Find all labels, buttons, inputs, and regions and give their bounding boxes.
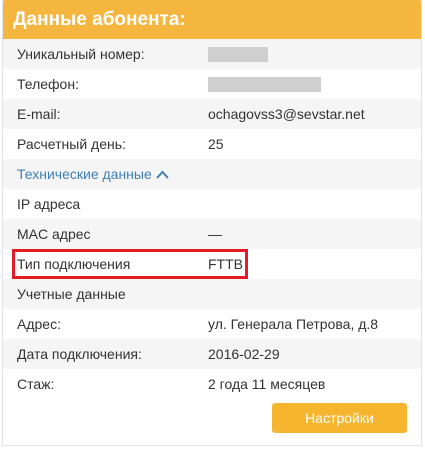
row-tech-toggle: Технические данные xyxy=(3,159,421,189)
settings-button[interactable]: Настройки xyxy=(272,403,407,433)
mac-value: — xyxy=(208,226,222,242)
connection-date-value: 2016-02-29 xyxy=(208,346,280,362)
row-ip: IP адреса xyxy=(3,189,421,219)
billing-day-value: 25 xyxy=(208,136,224,152)
connection-type-value: FTTB xyxy=(208,256,243,272)
row-mac: MAC адрес — xyxy=(3,219,421,249)
row-tenure: Стаж: 2 года 11 месяцев xyxy=(3,369,421,399)
unique-number-label: Уникальный номер: xyxy=(17,46,145,62)
phone-redacted xyxy=(208,77,321,92)
email-label: E-mail: xyxy=(17,106,61,122)
email-value: ochagovss3@sevstar.net xyxy=(208,106,365,122)
row-phone: Телефон: xyxy=(3,69,421,99)
address-label: Адрес: xyxy=(17,316,61,332)
tenure-value: 2 года 11 месяцев xyxy=(208,376,326,392)
credentials-label: Учетные данные xyxy=(17,286,126,302)
panel-title: Данные абонента: xyxy=(3,0,421,39)
row-connection-type: Тип подключения FTTB xyxy=(3,249,421,279)
tenure-label: Стаж: xyxy=(17,376,55,392)
row-email: E-mail: ochagovss3@sevstar.net xyxy=(3,99,421,129)
row-unique-number: Уникальный номер: xyxy=(3,39,421,69)
tech-data-toggle[interactable]: Технические данные xyxy=(17,159,169,189)
row-credentials: Учетные данные xyxy=(3,279,421,309)
tech-data-toggle-label: Технические данные xyxy=(17,166,152,182)
billing-day-label: Расчетный день: xyxy=(17,136,126,152)
ip-label: IP адреса xyxy=(17,196,81,212)
connection-date-label: Дата подключения: xyxy=(17,346,142,362)
phone-label: Телефон: xyxy=(17,76,79,92)
address-value: ул. Генерала Петрова, д.8 xyxy=(208,316,379,332)
unique-number-redacted xyxy=(208,47,268,62)
row-address: Адрес: ул. Генерала Петрова, д.8 xyxy=(3,309,421,339)
mac-label: MAC адрес xyxy=(17,226,91,242)
subscriber-data-panel: Данные абонента: Уникальный номер: Телеф… xyxy=(2,0,422,446)
row-connection-date: Дата подключения: 2016-02-29 xyxy=(3,339,421,369)
row-billing-day: Расчетный день: 25 xyxy=(3,129,421,159)
connection-type-label: Тип подключения xyxy=(17,256,131,272)
subscriber-fields: Уникальный номер: Телефон: E-mail: ochag… xyxy=(3,39,421,399)
chevron-up-icon xyxy=(156,159,169,189)
